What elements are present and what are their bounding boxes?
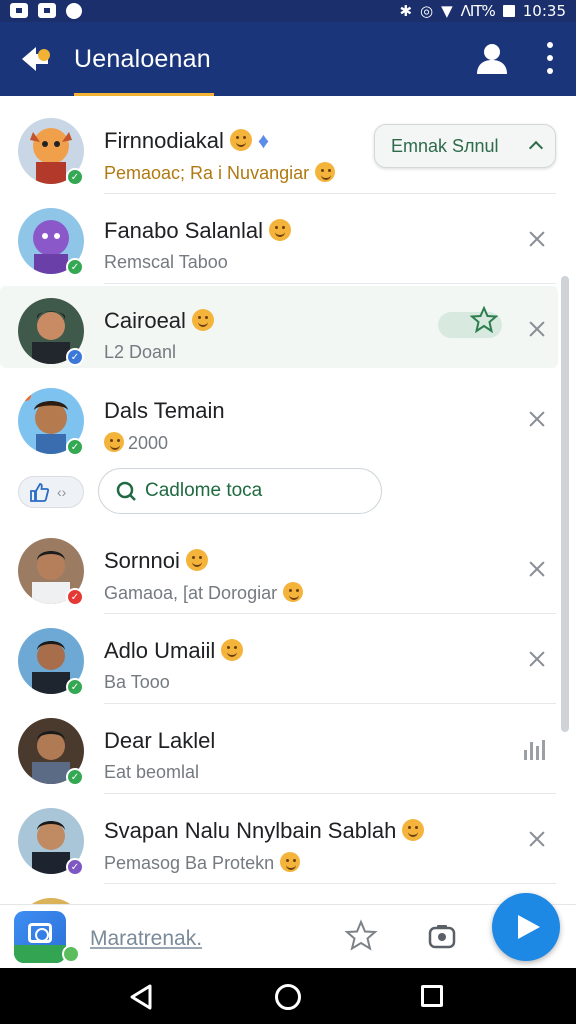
list-item[interactable]: ✓ Sornnoi Gamaoa, [at Dorogiar xyxy=(0,526,560,614)
notification-icon xyxy=(66,3,82,19)
user-icon[interactable] xyxy=(474,40,510,76)
star-icon[interactable] xyxy=(469,305,499,334)
search-icon xyxy=(116,481,136,501)
verified-badge-icon: ✓ xyxy=(66,588,84,606)
clock: 10:35 xyxy=(522,2,566,20)
contact-subtitle: Pemasog Ba Protekn xyxy=(104,852,301,874)
contact-subtitle: 2000 xyxy=(104,432,168,454)
list-item[interactable]: ✓ Adlo Umaiil Ba Tooo xyxy=(0,616,560,704)
status-bar: ✱ ◎ ▼ ΛIT% 10:35 xyxy=(0,0,576,22)
contact-name: Fanabo Salanlal xyxy=(104,218,292,244)
system-nav-bar xyxy=(0,968,576,1024)
emoji-icon xyxy=(191,309,214,331)
contact-name: Dear Laklel xyxy=(104,728,216,753)
emoji-icon xyxy=(221,639,244,661)
emoji-icon xyxy=(269,219,292,241)
camera-small-icon[interactable] xyxy=(428,923,456,949)
verified-badge-icon: ✓ xyxy=(66,438,84,456)
contact-name: Cairoeal xyxy=(104,308,214,334)
page-title: Uenaloenan xyxy=(74,44,211,73)
contact-name: Svapan Nalu Nnylbain Sablah xyxy=(104,818,425,844)
reply-icon: ‹› xyxy=(57,484,67,500)
emoji-icon xyxy=(185,549,208,571)
emoji-icon xyxy=(280,852,301,872)
close-icon[interactable] xyxy=(528,830,546,848)
emoji-icon xyxy=(229,129,252,151)
verified-badge-icon: ✓ xyxy=(66,768,84,786)
emoji-icon xyxy=(402,819,425,841)
list-item[interactable] xyxy=(0,886,560,904)
compose-input[interactable]: Maratrenak. xyxy=(90,927,202,951)
contact-subtitle: Pemaoac; Ra i Nuvangiar xyxy=(104,162,336,184)
compose-bar: Maratrenak. xyxy=(0,893,576,968)
back-icon[interactable] xyxy=(128,984,154,1010)
contact-name: Dals Temain xyxy=(104,398,225,423)
emoji-icon xyxy=(283,582,304,602)
notification-icon xyxy=(10,3,28,18)
verified-badge-icon: ✓ xyxy=(66,348,84,366)
chevron-up-icon xyxy=(528,140,544,156)
contact-list: ✓ Firnnodiakal ♦ Pemaoac; Ra i Nuvangiar … xyxy=(0,96,576,904)
contact-subtitle: Gamaoa, [at Dorogiar xyxy=(104,582,304,604)
suggestion-chip-label: Cadlome toca xyxy=(145,480,263,501)
contact-subtitle: Ba Tooo xyxy=(104,672,170,692)
home-icon[interactable] xyxy=(275,984,301,1010)
verified-badge-icon: ✓ xyxy=(66,678,84,696)
bar-chart-icon[interactable] xyxy=(524,738,548,760)
suggestion-chip[interactable]: Cadlome toca xyxy=(98,468,382,514)
battery-icon xyxy=(502,5,515,17)
star-icon[interactable] xyxy=(344,919,378,953)
close-icon[interactable] xyxy=(528,650,546,668)
chip-row: ‹› Cadlome toca xyxy=(0,466,576,518)
action-pill-label: Emnak Sлnul xyxy=(391,135,499,156)
list-item[interactable]: ✓ Fanabo Salanlal Remscal Taboo xyxy=(0,196,560,284)
notification-icon xyxy=(38,3,56,18)
alarm-icon: ◎ xyxy=(420,2,434,20)
list-item[interactable]: ✓ Cairoeal L2 Doanl xyxy=(0,286,560,374)
online-dot xyxy=(62,945,80,963)
kebab-menu-icon[interactable] xyxy=(546,42,554,74)
camera-icon[interactable] xyxy=(14,911,66,963)
close-icon[interactable] xyxy=(528,320,546,338)
contact-name: Sornnoi xyxy=(104,548,208,574)
verified-badge-icon: ✓ xyxy=(66,858,84,876)
close-icon[interactable] xyxy=(528,410,546,428)
list-item[interactable]: ✓ Svapan Nalu Nnylbain Sablah Pemasog Ba… xyxy=(0,796,560,884)
thumbs-up-icon xyxy=(30,483,49,502)
emoji-icon xyxy=(104,432,124,452)
bluetooth-icon: ✱ xyxy=(399,2,413,20)
like-button[interactable]: ‹› xyxy=(18,476,84,508)
contact-subtitle: Remscal Taboo xyxy=(104,252,228,272)
contact-name: Adlo Umaiil xyxy=(104,638,244,664)
app-logo-icon[interactable] xyxy=(18,41,54,77)
scrollbar[interactable] xyxy=(561,276,569,732)
verified-badge-icon: ✓ xyxy=(66,168,84,186)
recents-icon[interactable] xyxy=(421,985,443,1007)
list-item[interactable]: ✓ Dals Temain 2000 xyxy=(0,376,560,464)
app-bar: Uenaloenan xyxy=(0,22,576,96)
emoji-icon xyxy=(315,162,336,182)
send-button[interactable] xyxy=(492,893,560,961)
list-item[interactable]: ✓ Firnnodiakal ♦ Pemaoac; Ra i Nuvangiar … xyxy=(0,106,560,194)
list-item[interactable]: ✓ Dear Laklel Eat beomlal xyxy=(0,706,560,794)
contact-subtitle: L2 Doanl xyxy=(104,342,177,362)
heart-icon: ♦ xyxy=(257,128,270,153)
action-pill-button[interactable]: Emnak Sлnul xyxy=(374,124,556,168)
wifi-icon: ▼ xyxy=(441,2,453,20)
signal-text: ΛIT% xyxy=(460,2,496,20)
close-icon[interactable] xyxy=(528,560,546,578)
contact-name: Firnnodiakal ♦ xyxy=(104,128,270,153)
close-icon[interactable] xyxy=(528,230,546,248)
contact-subtitle: Eat beomlal xyxy=(104,762,200,782)
verified-badge-icon: ✓ xyxy=(66,258,84,276)
